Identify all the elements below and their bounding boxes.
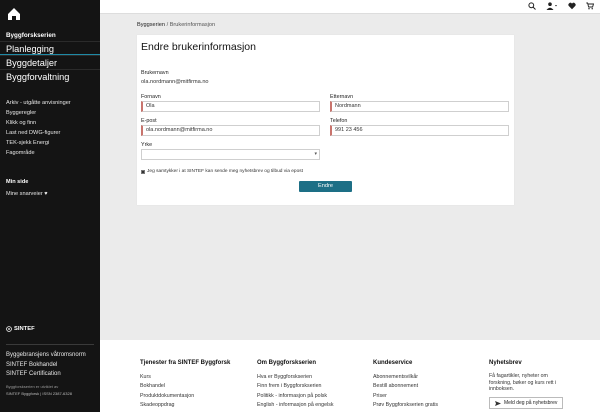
sintef-mark-icon: [6, 326, 12, 332]
consent-text: Jeg samtykker i at SINTEF kan sende meg …: [147, 169, 303, 174]
footer-heading-newsletter: Nyhetsbrev: [489, 360, 522, 366]
top-bar-icons: [528, 2, 594, 10]
submit-button[interactable]: Endre: [299, 181, 352, 192]
sidebar-link-certification[interactable]: SINTEF Certification: [6, 370, 86, 380]
footer-col-services: Tjenester fra SINTEF Byggforsk Kurs Bokh…: [140, 360, 230, 411]
user-info-card: Endre brukerinformasjon Brukernavn ola.n…: [137, 35, 514, 205]
footer-link[interactable]: Bestill abonnement: [373, 382, 438, 391]
footer-link[interactable]: Kurs: [140, 373, 230, 382]
last-name-label: Etternavn: [330, 94, 354, 100]
newsletter-text: Få fagartikler, nyheter om forskning, bø…: [489, 373, 557, 392]
email-input[interactable]: ola.nordmann@mitfirma.no: [141, 125, 320, 136]
occupation-label: Yrke: [141, 142, 153, 148]
sidebar-sub-nav: Arkiv - utgåtte anvisninger Byggeregler …: [6, 98, 71, 158]
sidebar-main-nav: Planlegging Byggdetaljer Byggforvaltning: [0, 41, 100, 83]
last-name-input[interactable]: Nordmann: [330, 101, 509, 112]
sidebar-item-dwg[interactable]: Last ned DWG-figurer: [6, 128, 71, 138]
sidebar-link-bokhandel[interactable]: SINTEF Bokhandel: [6, 361, 86, 371]
footer-link[interactable]: Politikk - informasjon på polsk: [257, 392, 334, 401]
breadcrumb-current: Brukerinformasjon: [169, 22, 216, 28]
search-icon[interactable]: [528, 2, 536, 10]
newsletter-signup-label: Meld deg på nyhetsbrev: [504, 400, 558, 406]
phone-label: Telefon: [330, 118, 348, 124]
username-label: Brukernavn: [141, 70, 169, 76]
occupation-select[interactable]: ▾: [141, 149, 320, 160]
email-label: E-post: [141, 118, 157, 124]
cart-icon[interactable]: [586, 2, 594, 10]
sidebar: Byggforskserien Planlegging Byggdetaljer…: [0, 0, 100, 412]
footer-heading-customer-service: Kundeservice: [373, 360, 413, 366]
site-footer: Tjenester fra SINTEF Byggforsk Kurs Bokh…: [100, 340, 600, 412]
breadcrumb: Byggserien / Brukerinformasjon: [137, 22, 215, 28]
sidebar-item-fagomrade[interactable]: Fagområde: [6, 148, 71, 158]
sidebar-issn: SINTEF Byggforsk | ISSN 2387-6328: [6, 391, 72, 396]
username-value: ola.nordmann@mitfirma.no: [141, 79, 209, 85]
footer-link[interactable]: Bokhandel: [140, 382, 230, 391]
footer-link[interactable]: Priser: [373, 392, 438, 401]
breadcrumb-separator: /: [166, 22, 169, 28]
byggforsk-logo-icon[interactable]: [7, 7, 21, 21]
send-icon: [495, 400, 501, 406]
footer-link[interactable]: Hva er Byggforskserien: [257, 373, 334, 382]
newsletter-consent[interactable]: Jeg samtykker i at SINTEF kan sende meg …: [141, 169, 303, 174]
sidebar-fineprint: Byggforskserien er utviklet av: [6, 384, 59, 389]
footer-link[interactable]: Prøv Byggforskserien gratis: [373, 401, 438, 410]
sintef-logo[interactable]: SINTEF: [6, 326, 35, 332]
top-bar: [100, 0, 600, 14]
phone-input[interactable]: 991 23 456: [330, 125, 509, 136]
first-name-input[interactable]: Ola: [141, 101, 320, 112]
sidebar-item-klikk-og-finn[interactable]: Klikk og finn: [6, 118, 71, 128]
sidebar-divider: [6, 344, 94, 345]
first-name-label: Fornavn: [141, 94, 161, 100]
sidebar-item-byggforvaltning[interactable]: Byggforvaltning: [0, 69, 100, 83]
footer-col-customer-service: Kundeservice Abonnementsvilkår Bestill a…: [373, 360, 438, 411]
min-side-heading: Min side: [6, 179, 29, 185]
sidebar-brand: Byggforskserien: [6, 32, 56, 39]
sidebar-item-arkiv[interactable]: Arkiv - utgåtte anvisninger: [6, 98, 71, 108]
sidebar-item-tek-sjekk[interactable]: TEK-sjekk Energi: [6, 138, 71, 148]
page-title: Endre brukerinformasjon: [141, 41, 256, 53]
sidebar-item-mine-snarveier[interactable]: Mine snarveier ♥: [6, 191, 48, 197]
sidebar-footer-links: Byggebransjens våtromsnorm SINTEF Bokhan…: [6, 351, 86, 380]
footer-col-about: Om Byggforskserien Hva er Byggforskserie…: [257, 360, 334, 411]
footer-link[interactable]: Produktdokumentasjon: [140, 392, 230, 401]
sidebar-item-byggeregler[interactable]: Byggeregler: [6, 108, 71, 118]
sidebar-item-byggdetaljer[interactable]: Byggdetaljer: [0, 55, 100, 69]
user-icon[interactable]: [546, 2, 558, 10]
footer-link[interactable]: Skadeoppdrag: [140, 401, 230, 410]
footer-link[interactable]: Finn frem i Byggforskserien: [257, 382, 334, 391]
footer-link[interactable]: English - informasjon på engelsk: [257, 401, 334, 410]
breadcrumb-home[interactable]: Byggserien: [137, 22, 165, 28]
consent-checkbox[interactable]: [141, 169, 145, 174]
sintef-label: SINTEF: [14, 326, 35, 332]
newsletter-signup-button[interactable]: Meld deg på nyhetsbrev: [489, 397, 564, 409]
sidebar-link-vatromsnorm[interactable]: Byggebransjens våtromsnorm: [6, 351, 86, 361]
chevron-down-icon: ▾: [314, 151, 317, 157]
heart-icon[interactable]: [568, 2, 576, 10]
footer-link[interactable]: Abonnementsvilkår: [373, 373, 438, 382]
footer-col-newsletter: Nyhetsbrev Få fagartikler, nyheter om fo…: [489, 360, 571, 411]
footer-heading-about: Om Byggforskserien: [257, 360, 317, 366]
sidebar-item-planlegging[interactable]: Planlegging: [0, 41, 100, 55]
footer-heading-services: Tjenester fra SINTEF Byggforsk: [140, 360, 231, 366]
